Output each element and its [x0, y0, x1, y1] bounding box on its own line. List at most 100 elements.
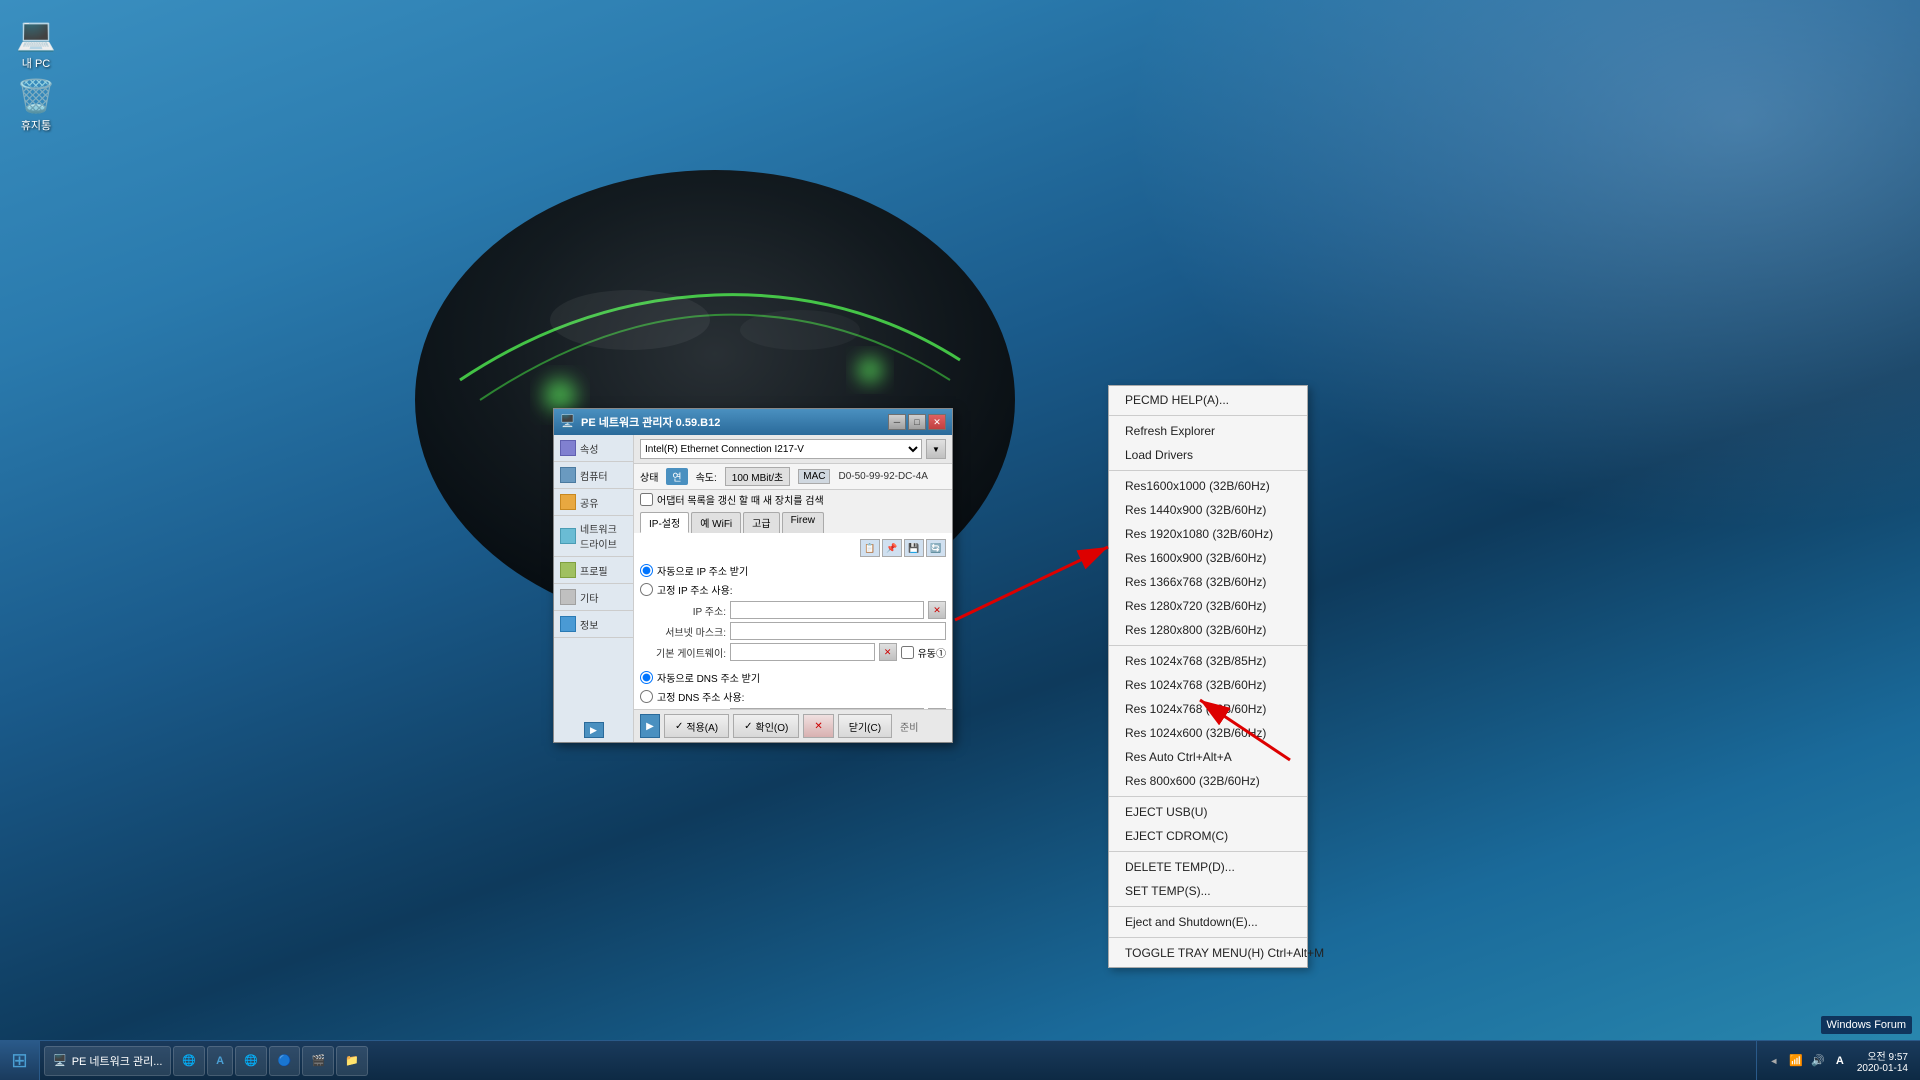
taskbar: ⊞ 🖥️ PE 네트워크 관리... 🌐 A 🌐 🔵 🎬 �	[0, 1040, 1920, 1080]
auto-checkbox[interactable]	[901, 646, 914, 659]
pe-close-button[interactable]: ✕	[928, 414, 946, 430]
tab-bar: IP-설정 예 WiFi 고급 Firew	[634, 509, 952, 533]
sidebar-item-other[interactable]: 기타	[554, 584, 633, 611]
pe-main-panel: Intel(R) Ethernet Connection I217-V ▼ 상태…	[634, 435, 952, 742]
fixed-ip-radio[interactable]	[640, 583, 653, 596]
context-item-res-1600x1000[interactable]: Res1600x1000 (32B/60Hz)	[1109, 474, 1307, 498]
pe-maximize-button[interactable]: □	[908, 414, 926, 430]
auto-checkbox-label: 유동①	[918, 645, 946, 660]
fixed-ip-label: 고정 IP 주소 사용:	[657, 582, 733, 597]
tab-firewall[interactable]: Firew	[782, 512, 824, 533]
sidebar-item-profile[interactable]: 프로필	[554, 557, 633, 584]
taskbar-item-network[interactable]: 🌐	[235, 1046, 267, 1076]
taskbar-item-media[interactable]: 🎬	[302, 1046, 334, 1076]
taskbar-items: 🖥️ PE 네트워크 관리... 🌐 A 🌐 🔵 🎬 📁	[40, 1041, 1756, 1080]
mypc-label: 내 PC	[22, 58, 50, 71]
sidebar-item-share[interactable]: 공유	[554, 489, 633, 516]
update-devices-label: 어댑터 목록을 갱신 할 때 새 장치를 검색	[657, 492, 824, 507]
context-item-res-1280x720[interactable]: Res 1280x720 (32B/60Hz)	[1109, 594, 1307, 618]
ip-tool-1[interactable]: 📋	[860, 539, 880, 557]
context-item-res-1600x900[interactable]: Res 1600x900 (32B/60Hz)	[1109, 546, 1307, 570]
taskbar-item-app1[interactable]: 🔵	[269, 1046, 301, 1076]
app1-icon: 🔵	[278, 1054, 292, 1067]
context-item-refresh-explorer[interactable]: Refresh Explorer	[1109, 419, 1307, 443]
context-item-delete-temp[interactable]: DELETE TEMP(D)...	[1109, 855, 1307, 879]
context-item-res-1366x768[interactable]: Res 1366x768 (32B/60Hz)	[1109, 570, 1307, 594]
sidebar-item-network-driver[interactable]: 네트워크 드라이브	[554, 516, 633, 557]
sidebar-properties-label: 속성	[580, 441, 598, 456]
pe-navigate-button[interactable]: ▶	[640, 714, 660, 738]
taskbar-item-translate[interactable]: A	[207, 1046, 233, 1076]
sidebar-computer-label: 컴퓨터	[580, 468, 608, 483]
taskbar-item-folder[interactable]: 📁	[336, 1046, 368, 1076]
context-item-res-800x600[interactable]: Res 800x600 (32B/60Hz)	[1109, 769, 1307, 793]
adapter-select[interactable]: Intel(R) Ethernet Connection I217-V	[640, 439, 922, 459]
context-item-res-1920x1080[interactable]: Res 1920x1080 (32B/60Hz)	[1109, 522, 1307, 546]
taskbar-item-pe-network[interactable]: 🖥️ PE 네트워크 관리...	[44, 1046, 171, 1076]
gateway-label: 기본 게이트웨이:	[656, 645, 726, 660]
status-value[interactable]: 연	[666, 468, 687, 485]
pe-sidebar: 속성 컴퓨터 공유 네트워크 드라이브 프로필	[554, 435, 634, 742]
tray-network-icon[interactable]: 📶	[1787, 1052, 1805, 1070]
tray-volume-icon[interactable]: 🔊	[1809, 1052, 1827, 1070]
start-icon: ⊞	[11, 1048, 28, 1073]
fixed-dns-radio[interactable]	[640, 690, 653, 703]
context-item-pecmd-help[interactable]: PECMD HELP(A)...	[1109, 388, 1307, 412]
context-item-res-1024x768-60[interactable]: Res 1024x768 (32B/60Hz)	[1109, 673, 1307, 697]
fixed-ip-row: 고정 IP 주소 사용:	[640, 582, 946, 597]
pe-cancel-button[interactable]: ✕	[803, 714, 833, 738]
ip-address-input[interactable]	[730, 601, 924, 619]
ip-tool-3[interactable]: 💾	[904, 539, 924, 557]
tray-lang-icon[interactable]: A	[1831, 1052, 1849, 1070]
gateway-clear-button[interactable]: ✕	[879, 643, 897, 661]
sidebar-item-properties[interactable]: 속성	[554, 435, 633, 462]
context-item-res-1024x768-16[interactable]: Res 1024x768 (16B/60Hz)	[1109, 697, 1307, 721]
ip-tool-2[interactable]: 📌	[882, 539, 902, 557]
auto-ip-radio[interactable]	[640, 564, 653, 577]
context-separator-1	[1109, 415, 1307, 416]
start-button[interactable]: ⊞	[0, 1041, 40, 1080]
ok-icon: ✓	[744, 721, 752, 732]
desktop-icon-mypc[interactable]: 💻 내 PC	[12, 10, 60, 75]
desktop-icon-recycle[interactable]: 🗑️ 휴지통	[12, 72, 60, 137]
tab-advanced[interactable]: 고급	[743, 512, 779, 533]
ip-tool-4[interactable]: 🔄	[926, 539, 946, 557]
context-item-toggle-tray[interactable]: TOGGLE TRAY MENU(H) Ctrl+Alt+M	[1109, 941, 1307, 965]
tray-expand-button[interactable]: ◄	[1765, 1052, 1783, 1070]
pe-apply-button[interactable]: ✓ 적용(A)	[664, 714, 729, 738]
sidebar-item-info[interactable]: 정보	[554, 611, 633, 638]
sidebar-item-computer[interactable]: 컴퓨터	[554, 462, 633, 489]
pe-title-buttons: ─ □ ✕	[888, 414, 946, 430]
update-devices-checkbox[interactable]	[640, 493, 653, 506]
context-item-res-1024x768-85[interactable]: Res 1024x768 (32B/85Hz)	[1109, 649, 1307, 673]
taskbar-item-ie[interactable]: 🌐	[173, 1046, 205, 1076]
auto-dns-radio[interactable]	[640, 671, 653, 684]
ip-clear-button[interactable]: ✕	[928, 601, 946, 619]
context-item-res-1024x600[interactable]: Res 1024x600 (32B/60Hz)	[1109, 721, 1307, 745]
pe-ok-button[interactable]: ✓ 확인(O)	[733, 714, 799, 738]
context-item-res-auto[interactable]: Res Auto Ctrl+Alt+A	[1109, 745, 1307, 769]
pe-bottom-bar: ▶ ✓ 적용(A) ✓ 확인(O) ✕ 닫기(C) 준비	[634, 709, 952, 742]
pe-minimize-button[interactable]: ─	[888, 414, 906, 430]
context-item-eject-shutdown[interactable]: Eject and Shutdown(E)...	[1109, 910, 1307, 934]
sidebar-arrow-button[interactable]: ▶	[584, 722, 604, 738]
adapter-dropdown-button[interactable]: ▼	[926, 439, 946, 459]
pe-close-dialog-button[interactable]: 닫기(C)	[838, 714, 892, 738]
context-item-load-drivers[interactable]: Load Drivers	[1109, 443, 1307, 467]
mac-value: D0-50-99-92-DC-4A	[838, 471, 927, 482]
context-item-eject-usb[interactable]: EJECT USB(U)	[1109, 800, 1307, 824]
context-item-res-1440x900[interactable]: Res 1440x900 (32B/60Hz)	[1109, 498, 1307, 522]
context-item-eject-cdrom[interactable]: EJECT CDROM(C)	[1109, 824, 1307, 848]
recycle-icon: 🗑️	[16, 76, 56, 116]
other-icon	[560, 589, 576, 605]
tab-wifi[interactable]: 예 WiFi	[691, 512, 741, 533]
media-icon: 🎬	[311, 1054, 325, 1067]
context-item-res-1280x800[interactable]: Res 1280x800 (32B/60Hz)	[1109, 618, 1307, 642]
taskbar-clock[interactable]: 오전 9:57 2020-01-14	[1853, 1048, 1912, 1074]
subnet-mask-input[interactable]	[730, 622, 946, 640]
context-separator-2	[1109, 470, 1307, 471]
context-item-set-temp[interactable]: SET TEMP(S)...	[1109, 879, 1307, 903]
pe-window-title: PE 네트워크 관리자 0.59.B12	[581, 414, 883, 430]
tab-ip-setting[interactable]: IP-설정	[640, 512, 689, 533]
gateway-input[interactable]	[730, 643, 875, 661]
